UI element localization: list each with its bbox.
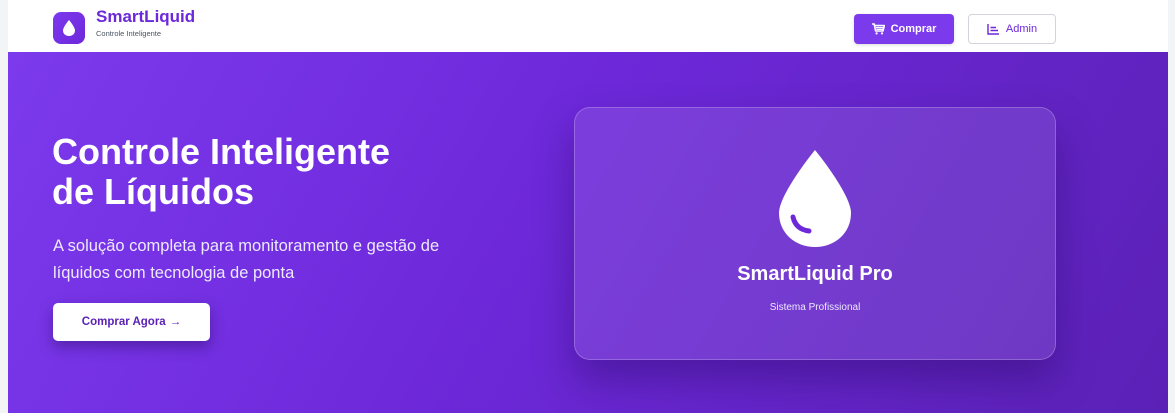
brand-title: SmartLiquid (96, 7, 196, 26)
chart-icon (987, 23, 999, 35)
admin-button-label: Admin (1005, 23, 1038, 35)
product-card: SmartLiquid Pro Sistema Profissional (574, 107, 1056, 360)
brand-logo (53, 12, 85, 44)
brand-tagline: Controle Inteligente (96, 29, 162, 38)
hero-subtitle-line-1: A solução completa para monitoramento e … (53, 237, 440, 255)
buy-now-button[interactable]: Comprar Agora → (53, 303, 210, 341)
brand[interactable]: SmartLiquid Controle Inteligente (53, 7, 196, 44)
hero-subtitle: A solução completa para monitoramento e … (53, 233, 553, 287)
buy-button-label: Comprar (890, 23, 937, 35)
hero-subtitle-line-2: líquidos com tecnologia de ponta (53, 264, 295, 282)
droplet-icon (63, 20, 75, 36)
droplet-icon (779, 150, 851, 247)
admin-button[interactable]: Admin (968, 14, 1056, 44)
hero-title-line-1: Controle Inteligente (52, 131, 391, 172)
hero-section: Controle Inteligente de Líquidos A soluç… (8, 52, 1168, 413)
top-navbar: SmartLiquid Controle Inteligente Comprar… (8, 0, 1168, 52)
card-title: SmartLiquid Pro (737, 263, 893, 285)
arrow-right-icon: → (169, 316, 182, 328)
buy-button[interactable]: Comprar (854, 14, 954, 44)
hero-title: Controle Inteligente de Líquidos (52, 132, 572, 212)
page: SmartLiquid Controle Inteligente Comprar… (0, 0, 1175, 413)
hero-title-line-2: de Líquidos (52, 171, 254, 212)
buy-now-label: Comprar Agora (81, 316, 166, 328)
card-subtitle: Sistema Profissional (769, 302, 861, 313)
cart-icon (871, 23, 885, 35)
